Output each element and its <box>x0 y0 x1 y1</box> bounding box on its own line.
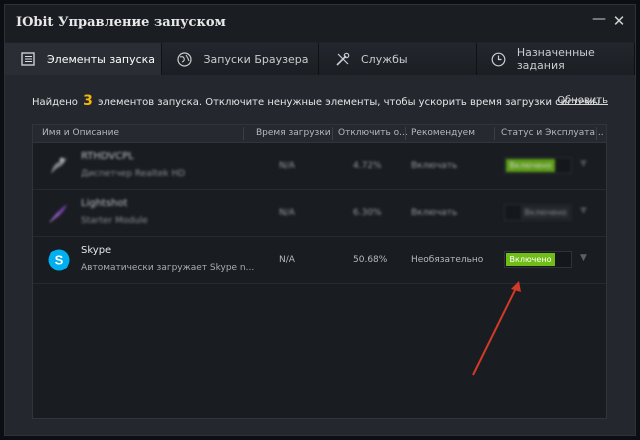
titlebar: IObit Управление запуском — ✕ <box>5 5 635 42</box>
status-on-label: Включено <box>506 159 555 172</box>
tools-icon <box>333 50 351 68</box>
item-percent: 4.72% <box>353 161 382 171</box>
column-divider <box>405 127 406 140</box>
minimize-button[interactable]: — <box>589 9 609 29</box>
item-boot-time: N/A <box>279 161 295 171</box>
status-toggle[interactable]: Включено <box>504 157 572 174</box>
tab-label: Назначенные задания <box>516 46 595 72</box>
chevron-down-icon[interactable]: ▼ <box>580 206 587 216</box>
feather-icon <box>47 201 71 225</box>
item-name: RTHDVCPL <box>81 151 134 162</box>
table-row[interactable]: Lightshot Starter Module N/A 6.30% Включ… <box>33 190 606 237</box>
col-boot-time-header[interactable]: Время загрузки <box>256 128 331 138</box>
item-description: Автоматически загружает Skype n... <box>81 263 255 273</box>
column-divider <box>494 127 495 140</box>
item-boot-time: N/A <box>279 255 295 265</box>
globe-icon <box>176 50 194 68</box>
col-name-header[interactable]: Имя и Описание <box>42 128 119 138</box>
status-on-label: Включено <box>506 253 555 266</box>
main-window: IObit Управление запуском — ✕ Элементы з… <box>4 4 636 436</box>
list-icon <box>19 50 37 68</box>
items-count: 3 <box>83 93 93 109</box>
status-off-label: Включено <box>521 206 570 219</box>
tab-bar: Элементы запуска Запуски Браузера Службы… <box>5 43 635 75</box>
item-description: Starter Module <box>81 216 148 226</box>
item-boot-time: N/A <box>279 208 295 218</box>
tab-scheduled-tasks[interactable]: Назначенные задания <box>476 43 635 75</box>
item-percent: 6.30% <box>353 208 382 218</box>
chevron-down-icon[interactable]: ▼ <box>580 253 587 263</box>
item-recommendation: Включать <box>411 208 458 218</box>
info-text: Найдено 3 элементов запуска. Отключите н… <box>32 93 603 109</box>
item-description: Диспетчер Realtek HD <box>81 169 186 179</box>
tab-services[interactable]: Службы <box>319 43 477 75</box>
startup-table: Имя и Описание Время загрузки Отключить … <box>32 124 607 419</box>
svg-text:S: S <box>55 253 64 268</box>
tab-browser-startups[interactable]: Запуски Браузера <box>161 43 319 75</box>
table-row[interactable]: S Skype Автоматически загружает Skype n.… <box>33 237 606 284</box>
status-toggle[interactable]: Включено <box>504 251 572 268</box>
clock-icon <box>491 50 507 68</box>
item-percent: 50.68% <box>353 255 388 265</box>
column-divider <box>596 127 597 140</box>
close-button[interactable]: ✕ <box>609 11 629 31</box>
speaker-icon <box>47 154 71 178</box>
status-toggle[interactable]: Включено <box>504 204 572 221</box>
tab-startup-items[interactable]: Элементы запуска <box>5 43 162 75</box>
item-recommendation: Включать <box>411 161 458 171</box>
table-header: Имя и Описание Время загрузки Отключить … <box>33 125 606 143</box>
col-recommend-header[interactable]: Рекомендуем <box>411 128 475 138</box>
tab-label: Службы <box>361 52 408 66</box>
item-name: Lightshot <box>81 198 128 209</box>
item-recommendation: Необязательно <box>411 255 484 265</box>
column-divider <box>243 127 244 140</box>
col-disable-header[interactable]: Отключить о... <box>338 128 408 138</box>
col-status-header[interactable]: Статус и Эксплуата... <box>501 128 604 138</box>
tab-label: Элементы запуска <box>47 52 156 66</box>
item-name: Skype <box>81 245 112 256</box>
table-row[interactable]: RTHDVCPL Диспетчер Realtek HD N/A 4.72% … <box>33 143 606 190</box>
info-suffix: элементов запуска. Отключите ненужные эл… <box>98 97 604 108</box>
skype-icon: S <box>47 248 71 272</box>
content-panel: Найдено 3 элементов запуска. Отключите н… <box>5 75 635 435</box>
column-divider <box>332 127 333 140</box>
refresh-link[interactable]: Обновить <box>557 95 608 106</box>
window-title: IObit Управление запуском <box>16 15 226 30</box>
info-prefix: Найдено <box>32 97 78 108</box>
tab-label: Запуски Браузера <box>203 52 309 66</box>
chevron-down-icon[interactable]: ▼ <box>580 159 587 169</box>
